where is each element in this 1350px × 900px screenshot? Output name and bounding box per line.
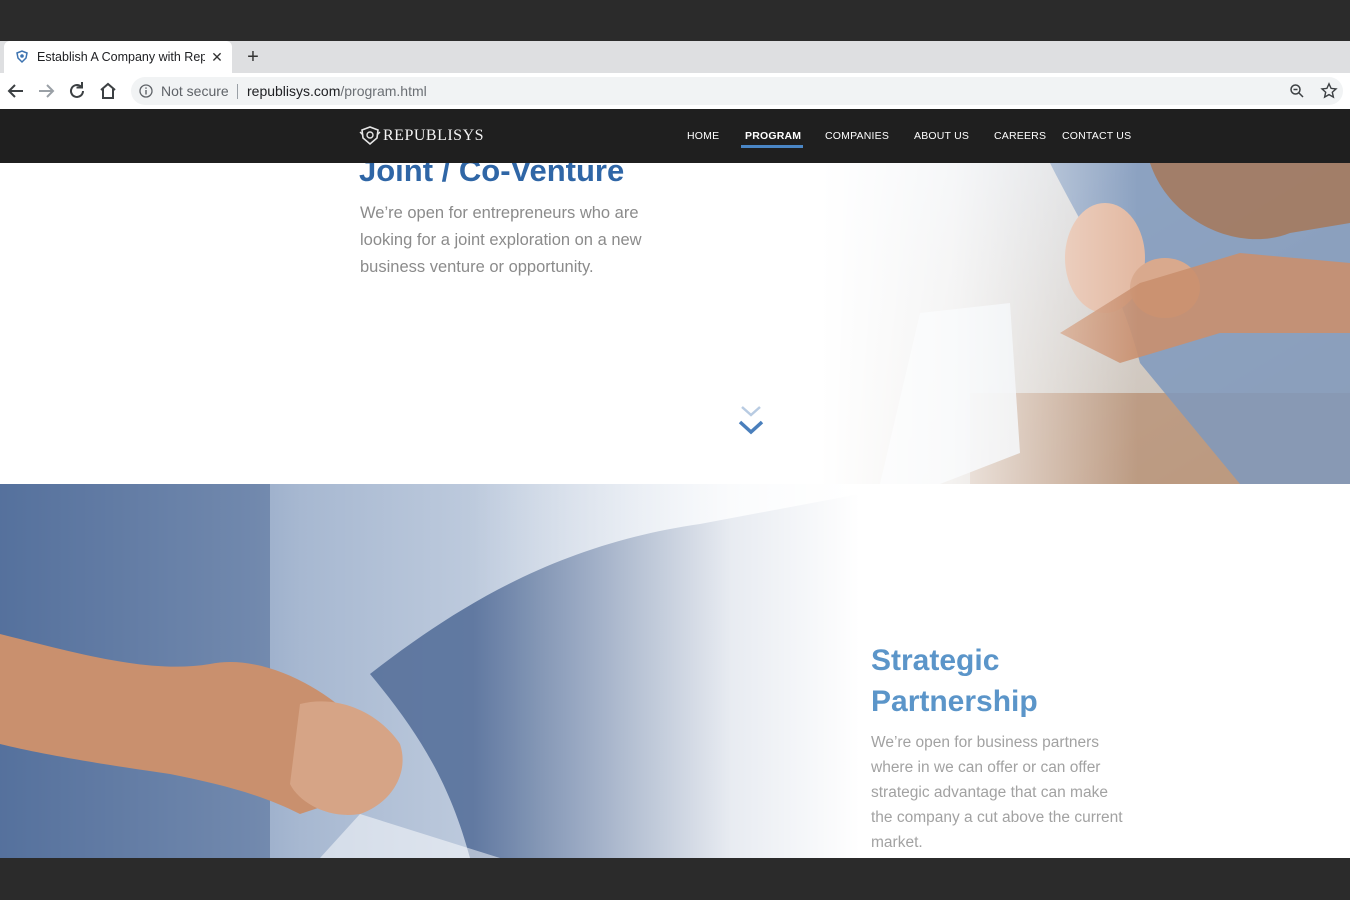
forward-icon[interactable] [34, 79, 58, 103]
new-tab-button[interactable]: + [243, 45, 263, 69]
home-icon[interactable] [96, 79, 120, 103]
strategic-partnership-title: Strategic Partnership [871, 644, 1038, 718]
double-chevron-down-icon[interactable] [736, 403, 766, 441]
joint-venture-description: We’re open for entrepreneurs who are loo… [360, 204, 642, 276]
tab-strip: Establish A Company with Republisys ✕ [0, 41, 1350, 73]
strategic-partnership-description: We’re open for business partners where i… [871, 734, 1123, 851]
site-header: REPUBLISYS HOME PROGRAM COMPANIES ABOUT … [0, 109, 1350, 163]
nav-careers[interactable]: CAREERS [994, 130, 1046, 142]
nav-contact-us[interactable]: CONTACT US [1062, 130, 1131, 142]
logo-wordmark: REPUBLISYS [383, 127, 485, 144]
security-status[interactable]: Not secure [161, 77, 229, 105]
zoom-icon[interactable] [1289, 83, 1305, 99]
shield-logo-icon [16, 50, 28, 64]
address-bar[interactable]: Not secure republisys.com/program.html [131, 77, 1343, 105]
site-logo[interactable]: REPUBLISYS [359, 125, 484, 147]
republisys-crest-icon [359, 126, 381, 146]
page-viewport: Joint / Co-Venture We’re open for entrep… [0, 109, 1350, 858]
active-nav-indicator [741, 145, 803, 148]
url-path: /program.html [340, 83, 427, 99]
browser-toolbar: Not secure republisys.com/program.html [0, 73, 1350, 110]
tab-title: Establish A Company with Republisys [37, 50, 205, 64]
nav-program[interactable]: PROGRAM [745, 130, 801, 142]
tab-close-icon[interactable]: ✕ [209, 49, 225, 65]
url-separator [237, 84, 238, 99]
reload-icon[interactable] [65, 79, 89, 103]
nav-home[interactable]: HOME [687, 130, 719, 142]
back-icon[interactable] [4, 79, 28, 103]
strategic-partnership-section: Strategic Partnership We’re open for bus… [0, 484, 1350, 858]
handshake-photo-fade [0, 484, 860, 858]
nav-companies[interactable]: COMPANIES [825, 130, 889, 142]
url-host: republisys.com [247, 83, 341, 99]
url-text[interactable]: republisys.com/program.html [247, 77, 427, 105]
hero-photo-fade [820, 163, 1350, 484]
star-icon[interactable] [1320, 82, 1338, 100]
info-icon[interactable] [139, 84, 153, 98]
browser-tab[interactable]: Establish A Company with Republisys ✕ [4, 41, 232, 73]
nav-about-us[interactable]: ABOUT US [914, 130, 969, 142]
